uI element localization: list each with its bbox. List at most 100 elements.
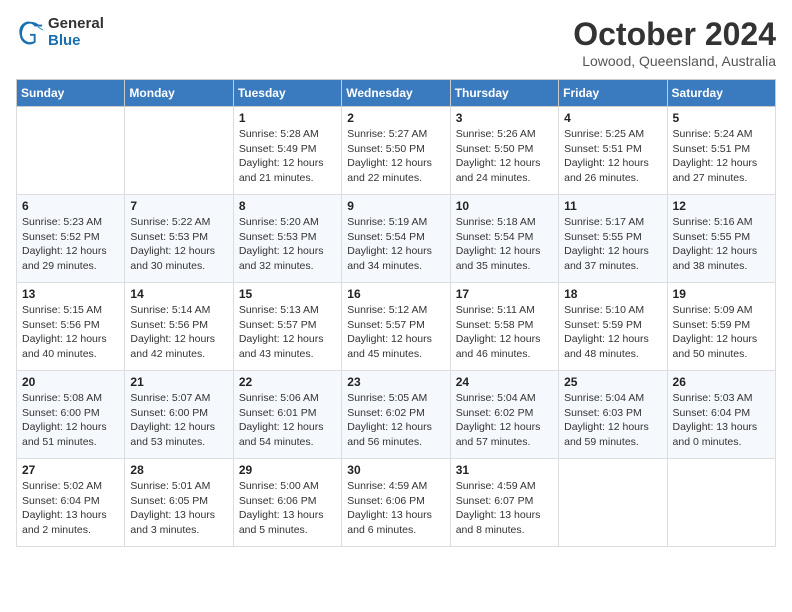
- col-monday: Monday: [125, 80, 233, 107]
- day-number: 11: [564, 199, 661, 213]
- day-info: Sunrise: 5:17 AM Sunset: 5:55 PM Dayligh…: [564, 215, 661, 274]
- day-number: 31: [456, 463, 553, 477]
- calendar-table: Sunday Monday Tuesday Wednesday Thursday…: [16, 79, 776, 547]
- table-row: 19Sunrise: 5:09 AM Sunset: 5:59 PM Dayli…: [667, 283, 775, 371]
- day-info: Sunrise: 5:03 AM Sunset: 6:04 PM Dayligh…: [673, 391, 770, 450]
- location: Lowood, Queensland, Australia: [573, 53, 776, 69]
- table-row: 10Sunrise: 5:18 AM Sunset: 5:54 PM Dayli…: [450, 195, 558, 283]
- col-wednesday: Wednesday: [342, 80, 450, 107]
- day-info: Sunrise: 5:12 AM Sunset: 5:57 PM Dayligh…: [347, 303, 444, 362]
- table-row: 13 Sunrise: 5:15 AM Sunset: 5:56 PM Dayli…: [17, 283, 125, 371]
- day-info: Sunrise: 5:19 AM Sunset: 5:54 PM Dayligh…: [347, 215, 444, 274]
- table-row: 23 Sunrise: 5:05 AM Sunset: 6:02 PM Dayli…: [342, 371, 450, 459]
- table-row: 5 Sunrise: 5:24 AM Sunset: 5:51 PM Daylig…: [667, 107, 775, 195]
- table-row: 31Sunrise: 4:59 AM Sunset: 6:07 PM Dayli…: [450, 459, 558, 547]
- day-info: Sunrise: 5:04 AM Sunset: 6:03 PM Dayligh…: [564, 391, 661, 450]
- table-row: [559, 459, 667, 547]
- day-number: 17: [456, 287, 553, 301]
- table-row: 12Sunrise: 5:16 AM Sunset: 5:55 PM Dayli…: [667, 195, 775, 283]
- day-info: Sunrise: 5:22 AM Sunset: 5:53 PM Dayligh…: [130, 215, 227, 274]
- table-row: 18 Sunrise: 5:10 AM Sunset: 5:59 PM Dayli…: [559, 283, 667, 371]
- day-info: Sunrise: 5:07 AM Sunset: 6:00 PM Dayligh…: [130, 391, 227, 450]
- col-saturday: Saturday: [667, 80, 775, 107]
- day-number: 3: [456, 111, 553, 125]
- table-row: 21 Sunrise: 5:07 AM Sunset: 6:00 PM Dayli…: [125, 371, 233, 459]
- day-info: Sunrise: 5:14 AM Sunset: 5:56 PM Dayligh…: [130, 303, 227, 362]
- page-header: General Blue October 2024 Lowood, Queens…: [16, 16, 776, 69]
- day-number: 16: [347, 287, 444, 301]
- day-number: 2: [347, 111, 444, 125]
- day-info: Sunrise: 4:59 AM Sunset: 6:06 PM Dayligh…: [347, 479, 444, 538]
- day-number: 23: [347, 375, 444, 389]
- day-number: 19: [673, 287, 770, 301]
- day-info: Sunrise: 5:05 AM Sunset: 6:02 PM Dayligh…: [347, 391, 444, 450]
- day-info: Sunrise: 5:20 AM Sunset: 5:53 PM Dayligh…: [239, 215, 336, 274]
- table-row: 27Sunrise: 5:02 AM Sunset: 6:04 PM Dayli…: [17, 459, 125, 547]
- logo: General Blue: [16, 16, 104, 49]
- table-row: 30Sunrise: 4:59 AM Sunset: 6:06 PM Dayli…: [342, 459, 450, 547]
- day-info: Sunrise: 5:23 AM Sunset: 5:52 PM Dayligh…: [22, 215, 119, 274]
- calendar-week-2: 6Sunrise: 5:23 AM Sunset: 5:52 PM Daylig…: [17, 195, 776, 283]
- day-info: Sunrise: 5:02 AM Sunset: 6:04 PM Dayligh…: [22, 479, 119, 538]
- table-row: 20Sunrise: 5:08 AM Sunset: 6:00 PM Dayli…: [17, 371, 125, 459]
- table-row: 11 Sunrise: 5:17 AM Sunset: 5:55 PM Dayli…: [559, 195, 667, 283]
- day-number: 9: [347, 199, 444, 213]
- calendar-week-3: 13 Sunrise: 5:15 AM Sunset: 5:56 PM Dayli…: [17, 283, 776, 371]
- day-info: Sunrise: 5:26 AM Sunset: 5:50 PM Dayligh…: [456, 127, 553, 186]
- table-row: 14Sunrise: 5:14 AM Sunset: 5:56 PM Dayli…: [125, 283, 233, 371]
- table-row: 15Sunrise: 5:13 AM Sunset: 5:57 PM Dayli…: [233, 283, 341, 371]
- day-number: 13: [22, 287, 119, 301]
- table-row: 6Sunrise: 5:23 AM Sunset: 5:52 PM Daylig…: [17, 195, 125, 283]
- table-row: 24Sunrise: 5:04 AM Sunset: 6:02 PM Dayli…: [450, 371, 558, 459]
- day-number: 5: [673, 111, 770, 125]
- day-info: Sunrise: 5:15 AM Sunset: 5:56 PM Dayligh…: [22, 303, 119, 362]
- table-row: 2Sunrise: 5:27 AM Sunset: 5:50 PM Daylig…: [342, 107, 450, 195]
- table-row: 3 Sunrise: 5:26 AM Sunset: 5:50 PM Daylig…: [450, 107, 558, 195]
- col-sunday: Sunday: [17, 80, 125, 107]
- table-row: 29 Sunrise: 5:00 AM Sunset: 6:06 PM Dayli…: [233, 459, 341, 547]
- day-number: 22: [239, 375, 336, 389]
- day-info: Sunrise: 5:11 AM Sunset: 5:58 PM Dayligh…: [456, 303, 553, 362]
- day-info: Sunrise: 5:10 AM Sunset: 5:59 PM Dayligh…: [564, 303, 661, 362]
- table-row: 25 Sunrise: 5:04 AM Sunset: 6:03 PM Dayli…: [559, 371, 667, 459]
- month-title: October 2024: [573, 16, 776, 53]
- table-row: [17, 107, 125, 195]
- table-row: 17 Sunrise: 5:11 AM Sunset: 5:58 PM Dayli…: [450, 283, 558, 371]
- table-row: 4Sunrise: 5:25 AM Sunset: 5:51 PM Daylig…: [559, 107, 667, 195]
- logo-general: General: [48, 16, 104, 33]
- table-row: 1Sunrise: 5:28 AM Sunset: 5:49 PM Daylig…: [233, 107, 341, 195]
- table-row: 26 Sunrise: 5:03 AM Sunset: 6:04 PM Dayli…: [667, 371, 775, 459]
- day-number: 25: [564, 375, 661, 389]
- day-number: 24: [456, 375, 553, 389]
- table-row: 28 Sunrise: 5:01 AM Sunset: 6:05 PM Dayli…: [125, 459, 233, 547]
- day-number: 12: [673, 199, 770, 213]
- day-number: 8: [239, 199, 336, 213]
- day-info: Sunrise: 5:06 AM Sunset: 6:01 PM Dayligh…: [239, 391, 336, 450]
- title-block: October 2024 Lowood, Queensland, Austral…: [573, 16, 776, 69]
- day-info: Sunrise: 5:24 AM Sunset: 5:51 PM Dayligh…: [673, 127, 770, 186]
- day-number: 26: [673, 375, 770, 389]
- logo-blue: Blue: [48, 33, 104, 50]
- day-number: 4: [564, 111, 661, 125]
- day-number: 21: [130, 375, 227, 389]
- day-info: Sunrise: 5:00 AM Sunset: 6:06 PM Dayligh…: [239, 479, 336, 538]
- col-tuesday: Tuesday: [233, 80, 341, 107]
- col-friday: Friday: [559, 80, 667, 107]
- day-number: 15: [239, 287, 336, 301]
- day-number: 18: [564, 287, 661, 301]
- table-row: [125, 107, 233, 195]
- day-info: Sunrise: 5:01 AM Sunset: 6:05 PM Dayligh…: [130, 479, 227, 538]
- calendar-week-4: 20Sunrise: 5:08 AM Sunset: 6:00 PM Dayli…: [17, 371, 776, 459]
- day-number: 7: [130, 199, 227, 213]
- day-number: 10: [456, 199, 553, 213]
- calendar-header-row: Sunday Monday Tuesday Wednesday Thursday…: [17, 80, 776, 107]
- logo-icon: [16, 19, 44, 47]
- table-row: [667, 459, 775, 547]
- table-row: 9 Sunrise: 5:19 AM Sunset: 5:54 PM Daylig…: [342, 195, 450, 283]
- logo-text: General Blue: [48, 16, 104, 49]
- day-number: 29: [239, 463, 336, 477]
- calendar-week-5: 27Sunrise: 5:02 AM Sunset: 6:04 PM Dayli…: [17, 459, 776, 547]
- day-number: 28: [130, 463, 227, 477]
- table-row: 22 Sunrise: 5:06 AM Sunset: 6:01 PM Dayli…: [233, 371, 341, 459]
- table-row: 16 Sunrise: 5:12 AM Sunset: 5:57 PM Dayli…: [342, 283, 450, 371]
